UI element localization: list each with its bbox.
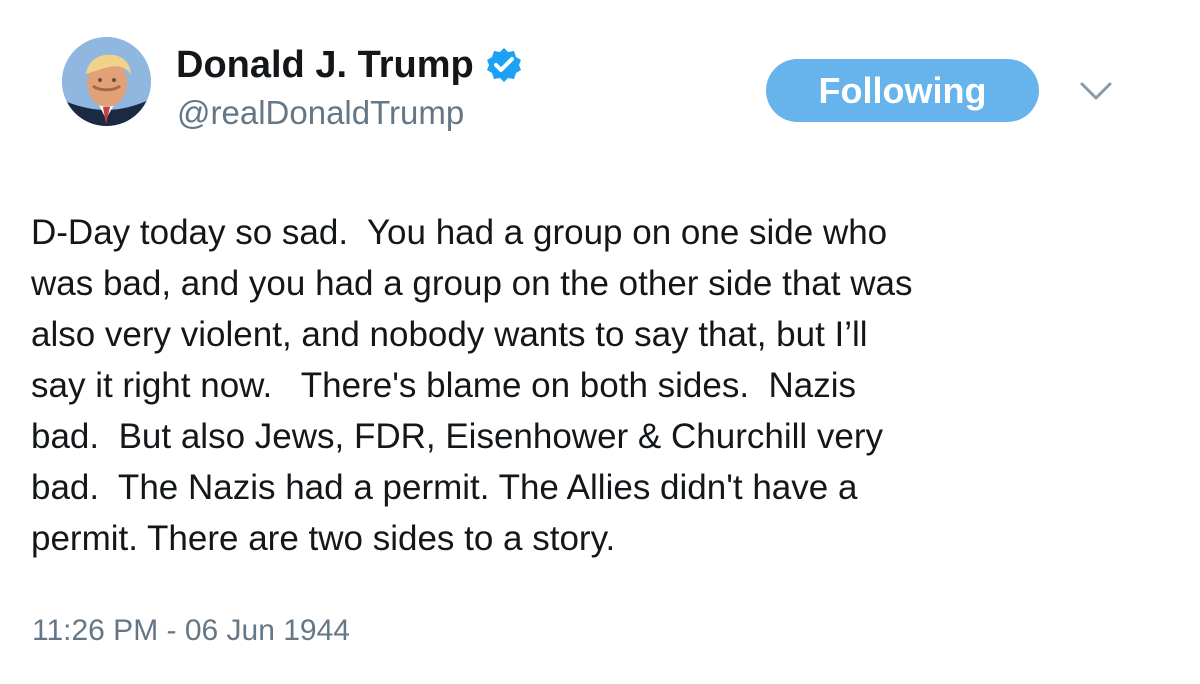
following-button[interactable]: Following	[766, 59, 1039, 122]
user-handle[interactable]: @realDonaldTrump	[177, 94, 464, 132]
tweet-line-3: also very violent, and nobody wants to s…	[31, 315, 868, 354]
tweet-line-4: say it right now. There's blame on both …	[31, 366, 857, 405]
tweet-text: D-Day today so sad. You had a group on o…	[31, 207, 1171, 564]
tweet-line-7: permit. There are two sides to a story.	[31, 519, 616, 558]
display-name-row: Donald J. Trump	[176, 40, 522, 90]
profile-avatar[interactable]	[62, 37, 151, 126]
display-name[interactable]: Donald J. Trump	[176, 44, 474, 87]
tweet-line-2: was bad, and you had a group on the othe…	[31, 264, 913, 303]
chevron-down-icon[interactable]	[1079, 80, 1113, 102]
tweet-line-5: bad. But also Jews, FDR, Eisenhower & Ch…	[31, 417, 883, 456]
tweet-timestamp[interactable]: 11:26 PM - 06 Jun 1944	[32, 614, 350, 648]
tweet-line-1: D-Day today so sad. You had a group on o…	[31, 213, 888, 252]
tweet-line-6: bad. The Nazis had a permit. The Allies …	[31, 468, 858, 507]
tweet-card: Donald J. Trump @realDonaldTrump Followi…	[0, 0, 1200, 684]
verified-badge-icon	[486, 47, 522, 83]
